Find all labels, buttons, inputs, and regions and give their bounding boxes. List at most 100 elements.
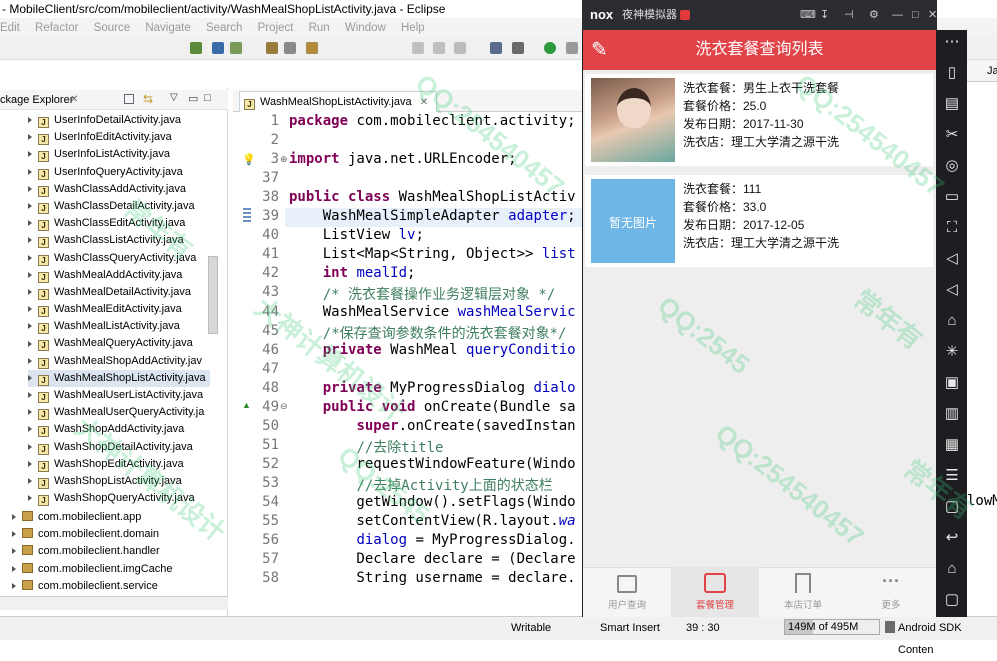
tree-item-file[interactable]: J WashMealUserListActivity.java bbox=[28, 387, 210, 404]
tree-item-file[interactable]: J WashClassQueryActivity.java bbox=[28, 250, 210, 267]
expand-icon[interactable] bbox=[28, 443, 32, 450]
scissors-icon[interactable]: ✂ bbox=[944, 127, 960, 143]
right-panel-tab[interactable]: Jav bbox=[967, 60, 997, 82]
maximize-icon[interactable]: □ bbox=[204, 92, 211, 104]
trash-icon[interactable] bbox=[885, 621, 895, 633]
pin-icon[interactable]: ⊣ bbox=[844, 0, 854, 30]
tree-horizontal-scrollbar[interactable] bbox=[0, 596, 228, 610]
menu-search[interactable]: Search bbox=[206, 22, 242, 34]
tree-item-file[interactable]: J WashMealShopAddActivity.jav bbox=[28, 353, 210, 370]
recent-icon[interactable]: ▢ bbox=[944, 592, 960, 608]
minimize-icon[interactable]: ▭ bbox=[188, 92, 198, 105]
tree-item-file[interactable]: J WashMealShopListActivity.java bbox=[28, 369, 210, 387]
tree-item-file[interactable]: J WashClassDetailActivity.java bbox=[28, 198, 210, 215]
expand-icon[interactable] bbox=[28, 409, 32, 416]
code-line[interactable]: /* 洗衣套餐操作业务逻辑层对象 */ bbox=[289, 284, 556, 304]
record-icon[interactable]: ▥ bbox=[944, 406, 960, 422]
code-line[interactable]: requestWindowFeature(Windo bbox=[289, 456, 575, 472]
arrow-icon[interactable]: ↧ bbox=[820, 0, 829, 30]
expand-icon[interactable] bbox=[12, 514, 16, 521]
apk-icon[interactable]: ⌂ bbox=[944, 313, 960, 329]
tree-item-file[interactable]: J WashClassListActivity.java bbox=[28, 232, 210, 249]
code-line[interactable]: setContentView(R.layout.wa bbox=[289, 513, 575, 529]
tool-icon[interactable] bbox=[306, 42, 318, 54]
fullscreen-icon[interactable]: ⛶ bbox=[944, 220, 960, 236]
debug-icon[interactable] bbox=[512, 42, 524, 54]
tree-item-file[interactable]: J UserInfoDetailActivity.java bbox=[28, 112, 210, 129]
tree-item-file[interactable]: J WashShopDetailActivity.java bbox=[28, 439, 210, 456]
task-icon[interactable] bbox=[266, 42, 278, 54]
home-icon[interactable]: ⌂ bbox=[944, 561, 960, 577]
gear-icon[interactable]: ⚙ bbox=[869, 0, 879, 30]
tree-item-package[interactable]: com.mobileclient.handler bbox=[12, 543, 212, 560]
tree-item-package[interactable]: com.mobileclient.app bbox=[12, 509, 212, 526]
expand-icon[interactable] bbox=[12, 548, 16, 555]
shake-icon[interactable]: ✳ bbox=[944, 344, 960, 360]
menu-refactor[interactable]: Refactor bbox=[35, 22, 78, 34]
nav-more[interactable]: ··· 更多 bbox=[847, 567, 935, 617]
run-icon[interactable] bbox=[544, 42, 556, 54]
close-icon[interactable]: ✕ bbox=[928, 0, 937, 30]
code-line[interactable]: List<Map<String, Object>> list bbox=[289, 246, 576, 262]
expand-icon[interactable] bbox=[28, 117, 32, 124]
collapse-all-icon[interactable] bbox=[124, 94, 134, 104]
nav-forward-icon[interactable] bbox=[433, 42, 445, 54]
expand-icon[interactable] bbox=[12, 565, 16, 572]
tree-scrollbar[interactable] bbox=[208, 256, 218, 334]
expand-icon[interactable] bbox=[28, 220, 32, 227]
code-line[interactable]: super.onCreate(savedInstan bbox=[289, 418, 575, 434]
code-line[interactable]: /*保存查询参数条件的洗衣套餐对象*/ bbox=[289, 323, 567, 343]
tree-item-file[interactable]: J UserInfoQueryActivity.java bbox=[28, 164, 210, 181]
keyboard-icon[interactable]: ▭ bbox=[944, 189, 960, 205]
expand-icon[interactable] bbox=[28, 134, 32, 141]
location-icon[interactable]: ◎ bbox=[944, 158, 960, 174]
tree-item-package[interactable]: com.mobileclient.domain bbox=[12, 526, 212, 543]
expand-icon[interactable] bbox=[28, 357, 32, 364]
expand-icon[interactable] bbox=[28, 392, 32, 399]
code-line[interactable]: import java.net.URLEncoder; bbox=[289, 151, 517, 167]
tree-item-file[interactable]: J WashMealDetailActivity.java bbox=[28, 284, 210, 301]
expand-icon[interactable] bbox=[28, 478, 32, 485]
fold-icon-2[interactable]: ⊖ bbox=[280, 401, 288, 412]
tree-item-file[interactable]: J WashClassEditActivity.java bbox=[28, 215, 210, 232]
code-line[interactable]: public class WashMealShopListActiv bbox=[289, 189, 576, 205]
back-icon[interactable]: ↩ bbox=[944, 530, 960, 546]
nav-meal-manage[interactable]: 套餐管理 bbox=[671, 567, 759, 617]
screen-icon[interactable]: ▤ bbox=[944, 96, 960, 112]
menu-edit[interactable]: Edit bbox=[0, 22, 20, 34]
code-line[interactable]: Declare declare = (Declare bbox=[289, 551, 575, 567]
tree-item-file[interactable]: J WashClassAddActivity.java bbox=[28, 181, 210, 198]
expand-icon[interactable] bbox=[28, 374, 32, 381]
checkbox-icon[interactable] bbox=[230, 42, 242, 54]
menu-icon[interactable]: ☰ bbox=[944, 468, 960, 484]
expand-icon[interactable] bbox=[28, 254, 32, 261]
link-editor-icon[interactable]: ⇆ bbox=[143, 92, 153, 106]
expand-icon[interactable] bbox=[28, 340, 32, 347]
expand-icon[interactable] bbox=[28, 306, 32, 313]
menu-project[interactable]: Project bbox=[258, 22, 294, 34]
new-icon[interactable] bbox=[190, 42, 202, 54]
tree-item-file[interactable]: J UserInfoListActivity.java bbox=[28, 146, 210, 163]
tree-item-file[interactable]: J WashMealUserQueryActivity.ja bbox=[28, 404, 210, 421]
home-icon[interactable]: ▢ bbox=[944, 499, 960, 515]
code-line[interactable]: WashMealSimpleAdapter adapter; bbox=[289, 208, 576, 224]
menu-source[interactable]: Source bbox=[94, 22, 130, 34]
expand-icon[interactable] bbox=[12, 582, 16, 589]
expand-icon[interactable] bbox=[28, 495, 32, 502]
code-line[interactable]: dialog = MyProgressDialog. bbox=[289, 532, 575, 548]
code-line[interactable]: ListView lv; bbox=[289, 227, 424, 243]
expand-icon[interactable] bbox=[28, 168, 32, 175]
menu-help[interactable]: Help bbox=[401, 22, 425, 34]
nav-shop-orders[interactable]: 本店订单 bbox=[759, 567, 847, 617]
tree-item-package[interactable]: com.mobileclient.service bbox=[12, 578, 212, 595]
expand-icon[interactable] bbox=[28, 203, 32, 210]
expand-icon[interactable] bbox=[28, 185, 32, 192]
save-icon[interactable] bbox=[212, 42, 224, 54]
maximize-icon[interactable]: □ bbox=[912, 0, 919, 30]
tree-item-file[interactable]: J WashShopAddActivity.java bbox=[28, 421, 210, 438]
expand-icon[interactable] bbox=[28, 323, 32, 330]
expand-icon[interactable] bbox=[28, 288, 32, 295]
code-line[interactable]: String username = declare. bbox=[289, 570, 575, 586]
outline-icon[interactable] bbox=[284, 42, 296, 54]
menu-navigate[interactable]: Navigate bbox=[145, 22, 190, 34]
